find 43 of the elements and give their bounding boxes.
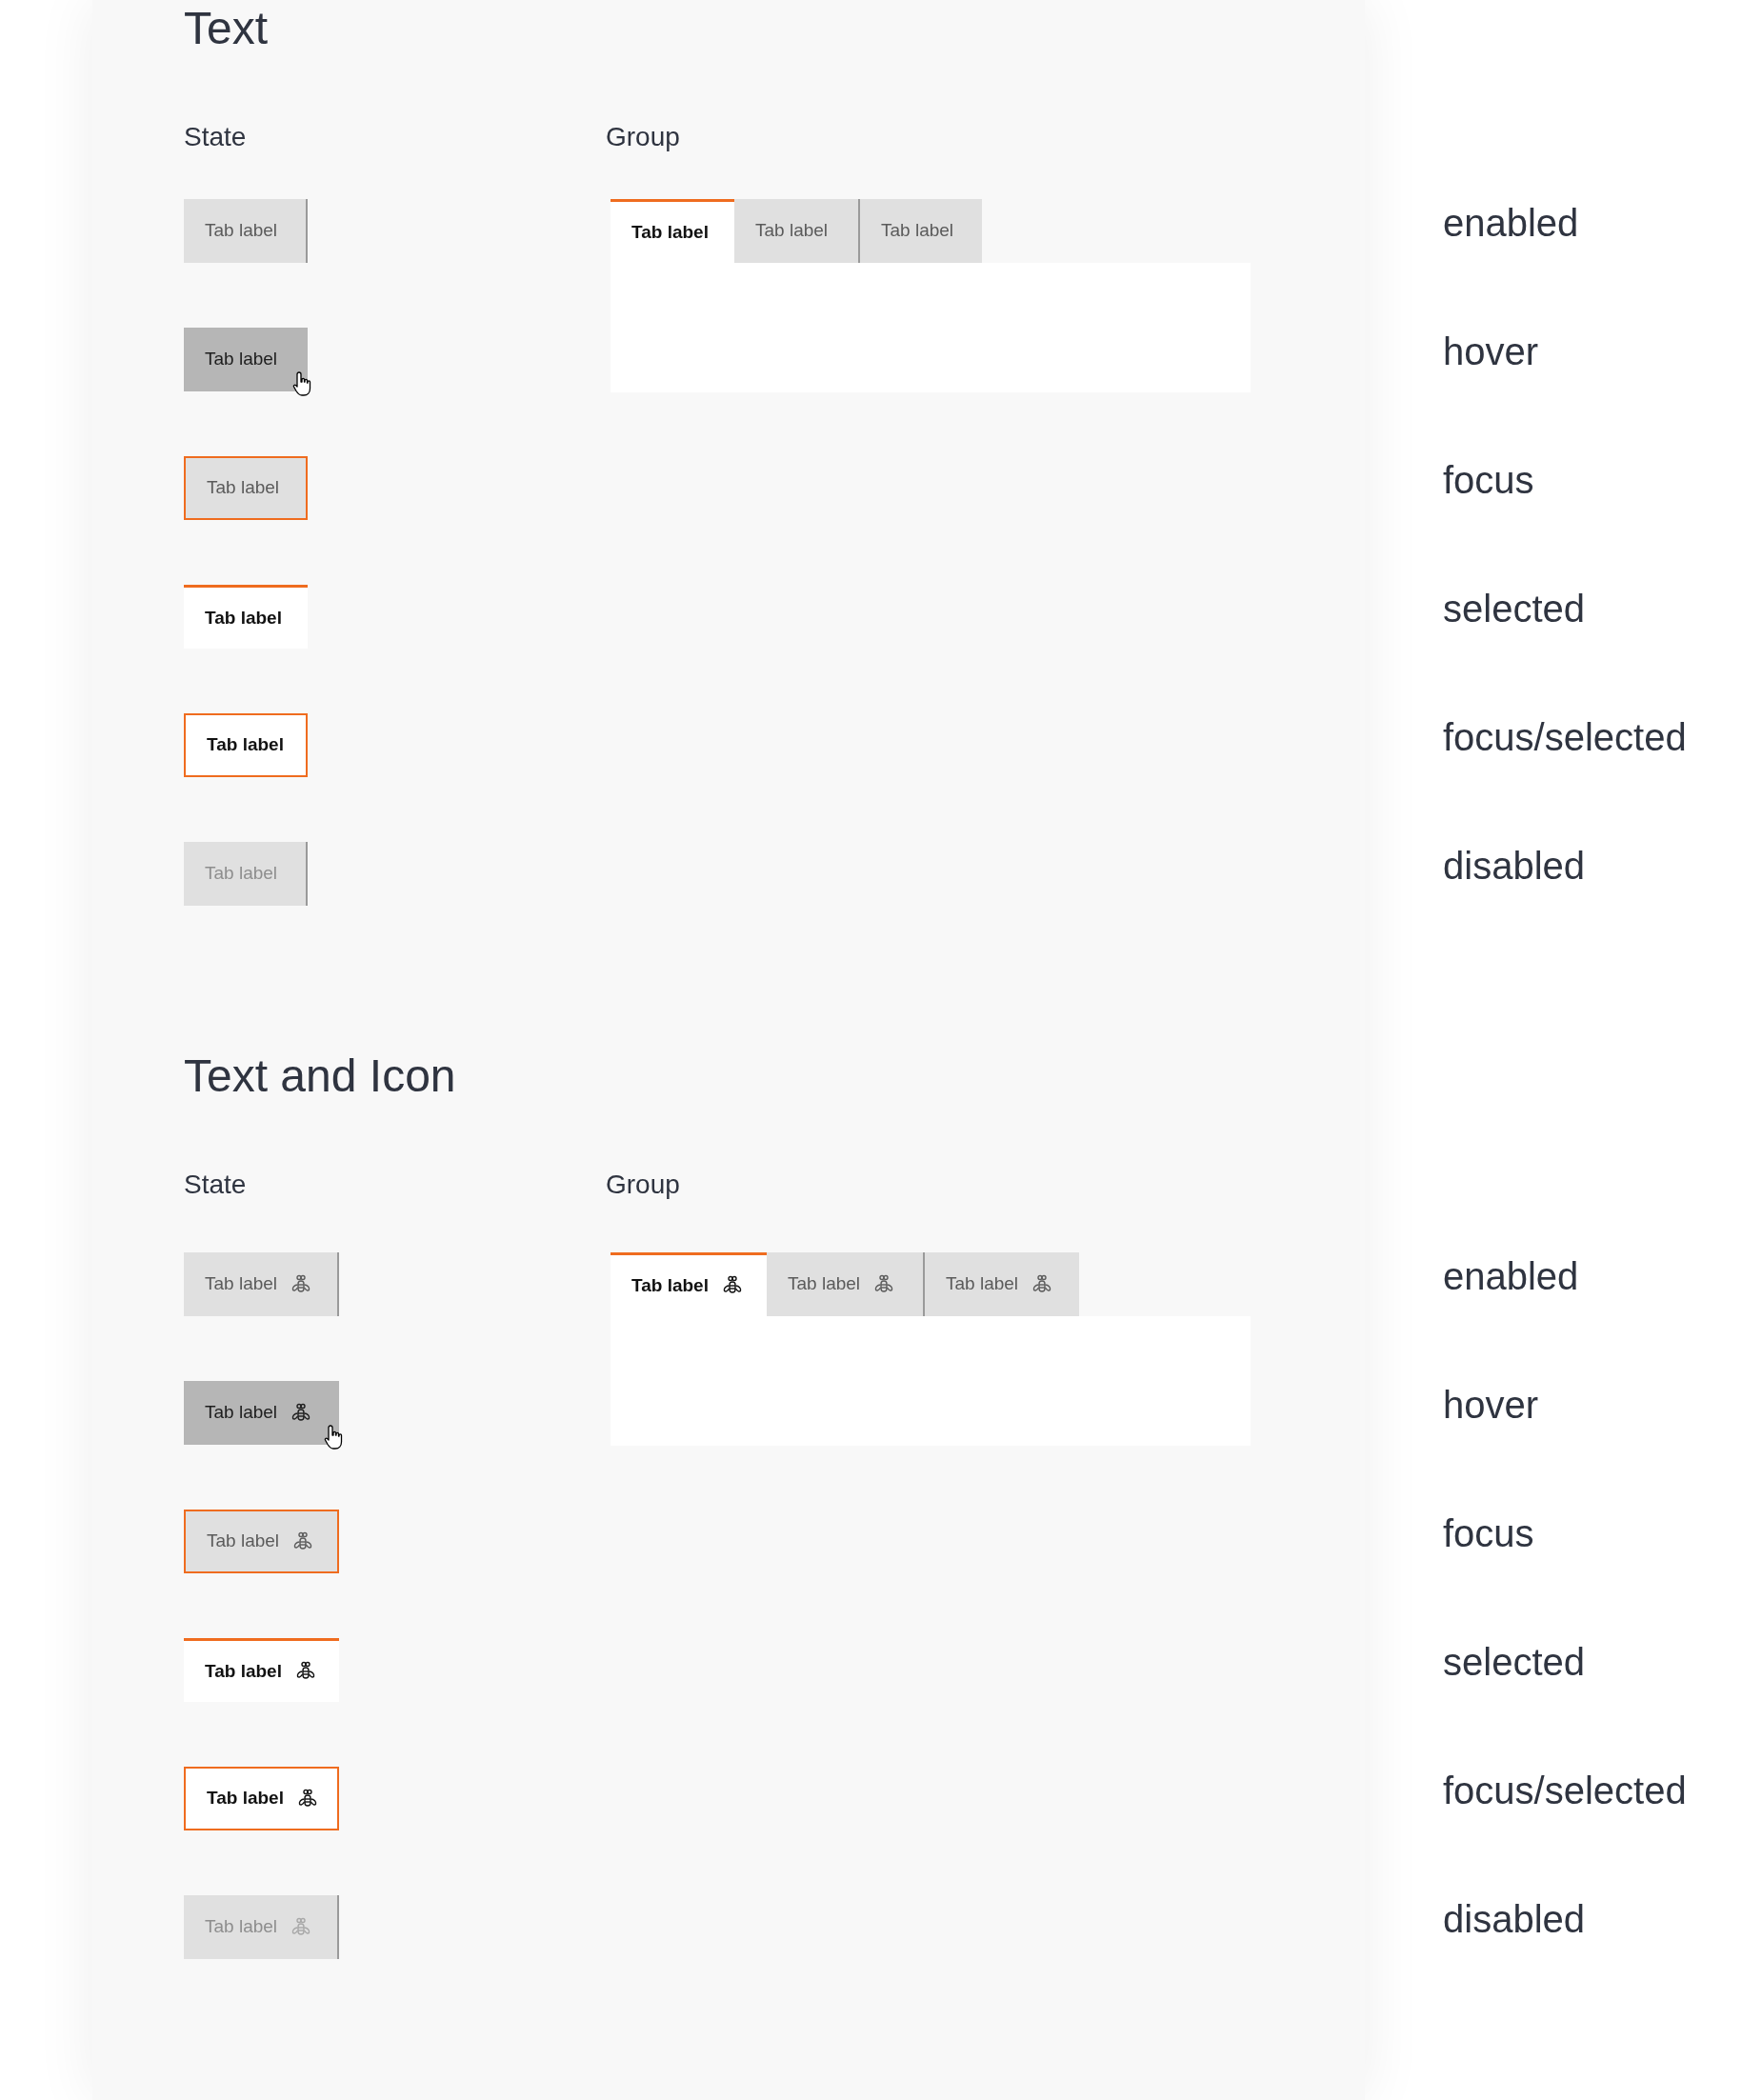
state-caption: focus/selected bbox=[1443, 715, 1687, 760]
tab[interactable]: Tab label bbox=[184, 456, 308, 520]
tab[interactable]: Tab label bbox=[611, 1252, 767, 1316]
state-caption: focus bbox=[1443, 1511, 1534, 1556]
tab[interactable]: Tab label bbox=[184, 1252, 339, 1316]
bee-icon bbox=[873, 1273, 895, 1295]
tab[interactable]: Tab label bbox=[858, 199, 982, 263]
column-heading: State bbox=[184, 1169, 247, 1201]
state-caption: focus/selected bbox=[1443, 1769, 1687, 1813]
bee-icon bbox=[1031, 1273, 1053, 1295]
hand-cursor-icon bbox=[324, 1424, 345, 1450]
bee-icon bbox=[290, 1273, 312, 1295]
state-caption: enabled bbox=[1443, 201, 1579, 246]
state-caption: disabled bbox=[1443, 1897, 1585, 1942]
state-caption: disabled bbox=[1443, 844, 1585, 889]
column-heading: State bbox=[184, 121, 247, 153]
bee-icon bbox=[294, 1661, 316, 1682]
section-title: Text and Icon bbox=[184, 1053, 456, 1099]
tab[interactable]: Tab label bbox=[923, 1252, 1079, 1316]
state-caption: selected bbox=[1443, 1640, 1585, 1685]
column-heading: Group bbox=[606, 1169, 680, 1201]
state-caption: hover bbox=[1443, 1383, 1539, 1428]
tab[interactable]: Tab label bbox=[734, 199, 858, 263]
tab[interactable]: Tab label bbox=[611, 199, 734, 263]
hand-cursor-icon bbox=[292, 370, 313, 397]
state-caption: selected bbox=[1443, 587, 1585, 631]
state-caption: enabled bbox=[1443, 1254, 1579, 1299]
bee-icon bbox=[292, 1530, 314, 1552]
tab[interactable]: Tab label bbox=[184, 585, 308, 649]
state-caption: hover bbox=[1443, 330, 1539, 374]
tab[interactable]: Tab label bbox=[184, 713, 308, 777]
tab[interactable]: Tab label bbox=[184, 1767, 339, 1830]
bee-icon bbox=[296, 1788, 318, 1810]
bee-icon bbox=[290, 1402, 312, 1424]
column-heading: Group bbox=[606, 121, 680, 153]
tab[interactable]: Tab label bbox=[184, 1638, 339, 1702]
tab[interactable]: Tab label bbox=[767, 1252, 923, 1316]
tab[interactable]: Tab label bbox=[184, 1510, 339, 1573]
section-title: Text bbox=[184, 6, 269, 51]
bee-icon bbox=[290, 1916, 312, 1938]
tab[interactable]: Tab label bbox=[184, 199, 308, 263]
state-caption: focus bbox=[1443, 458, 1534, 503]
bee-icon bbox=[721, 1275, 743, 1296]
